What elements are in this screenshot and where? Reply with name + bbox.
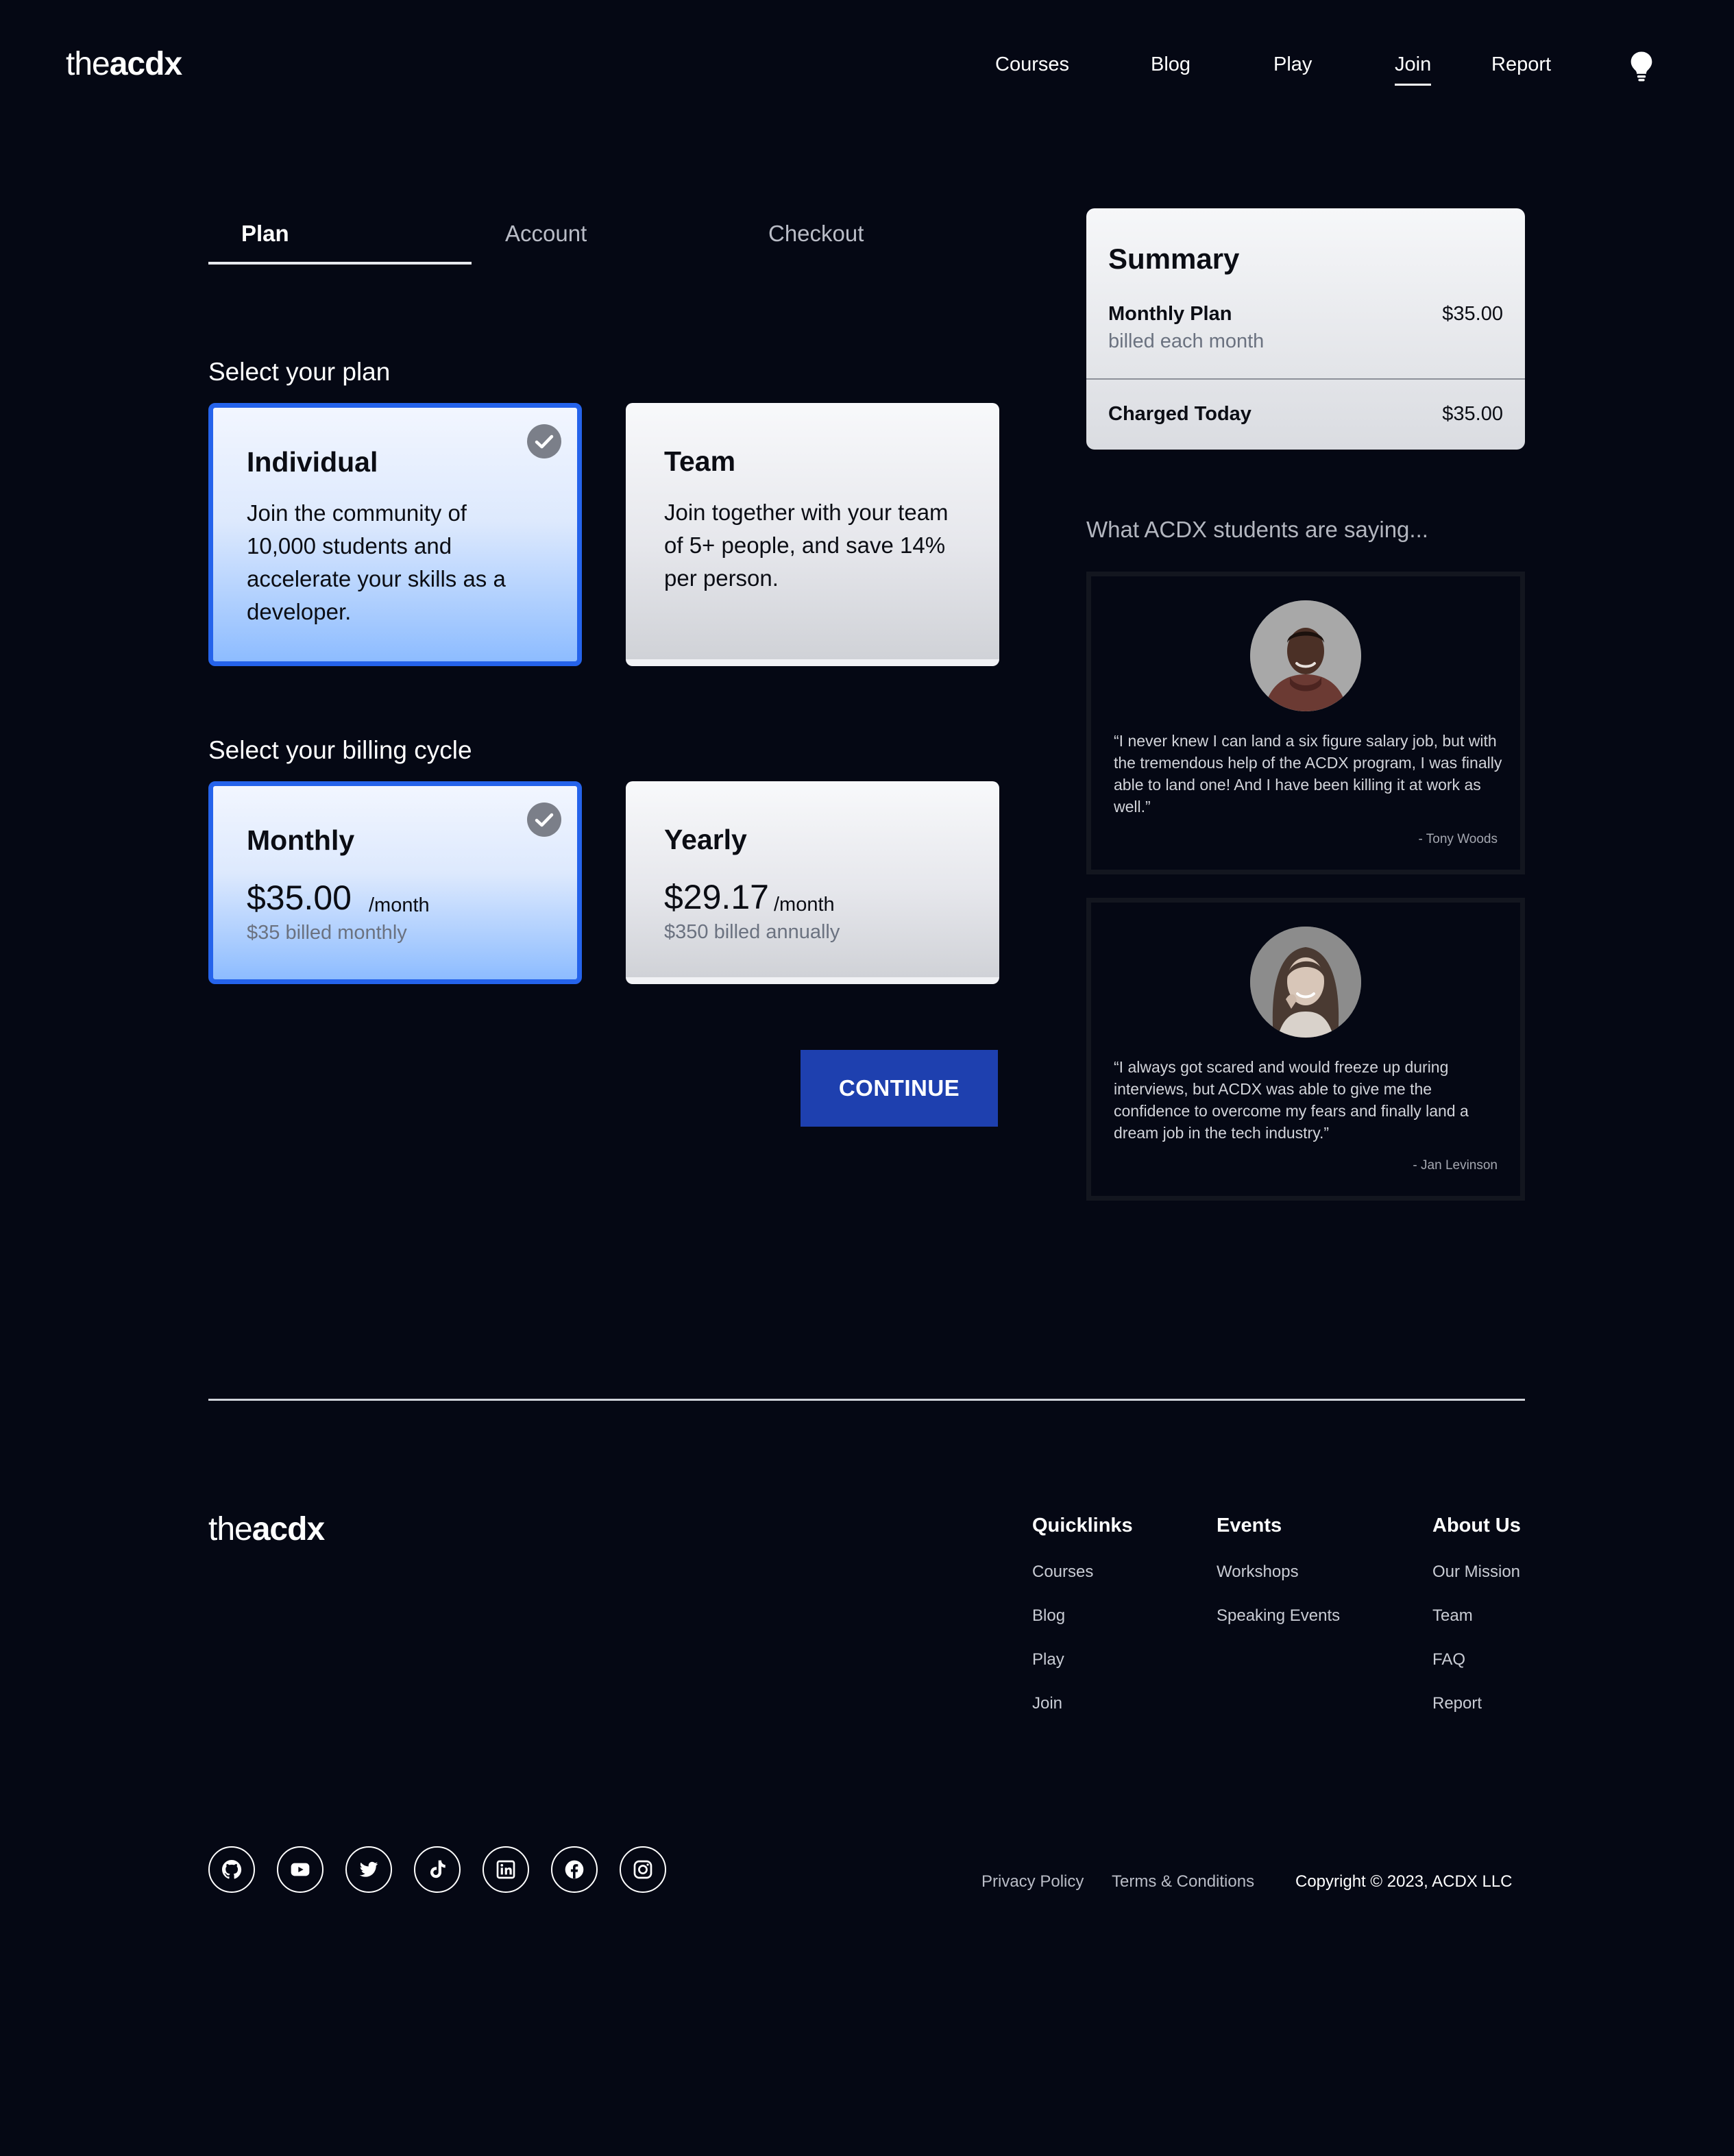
billing-title: Monthly [247, 824, 355, 856]
footer-logo[interactable]: theacdx [208, 1510, 325, 1548]
testimonial-card: “I always got scared and would freeze up… [1086, 898, 1525, 1201]
summary-total-label: Charged Today [1108, 403, 1251, 425]
avatar [1250, 927, 1361, 1038]
privacy-policy-link[interactable]: Privacy Policy [981, 1872, 1084, 1891]
testimonial-quote: “I never knew I can land a six figure sa… [1114, 732, 1502, 816]
footer-link-join[interactable]: Join [1032, 1694, 1062, 1713]
plan-title: Individual [247, 446, 378, 478]
testimonial-author: - Jan Levinson [1413, 1158, 1498, 1173]
nav-report[interactable]: Report [1491, 53, 1551, 76]
summary-divider [1086, 378, 1525, 380]
footer-link-blog[interactable]: Blog [1032, 1606, 1065, 1626]
footer-quicklinks-title: Quicklinks [1032, 1515, 1133, 1536]
step-account[interactable]: Account [505, 221, 587, 247]
billing-section-label: Select your billing cycle [208, 736, 472, 764]
summary-plan-value: $35.00 [1442, 303, 1503, 325]
footer-link-speaking-events[interactable]: Speaking Events [1217, 1606, 1340, 1626]
footer-link-report[interactable]: Report [1432, 1694, 1482, 1713]
step-plan[interactable]: Plan [241, 221, 289, 247]
avatar [1250, 600, 1361, 711]
testimonial-author: - Tony Woods [1418, 832, 1498, 846]
footer-events-title: Events [1217, 1515, 1282, 1536]
lightbulb-icon[interactable] [1628, 51, 1654, 82]
tiktok-icon[interactable] [414, 1846, 461, 1893]
nav-join[interactable]: Join [1395, 53, 1432, 86]
terms-link[interactable]: Terms & Conditions [1112, 1872, 1254, 1891]
instagram-icon[interactable] [620, 1846, 666, 1893]
site-logo[interactable]: theacdx [66, 45, 182, 83]
plan-team-card[interactable]: Team Join together with your team of 5+ … [626, 403, 999, 666]
continue-button[interactable]: CONTINUE [801, 1050, 998, 1127]
footer-link-workshops[interactable]: Workshops [1217, 1563, 1299, 1582]
youtube-icon[interactable] [277, 1846, 323, 1893]
footer-link-play[interactable]: Play [1032, 1650, 1064, 1669]
step-checkout[interactable]: Checkout [768, 221, 864, 247]
facebook-icon[interactable] [551, 1846, 598, 1893]
order-summary: Summary Monthly Plan billed each month $… [1086, 208, 1525, 450]
twitter-icon[interactable] [345, 1846, 392, 1893]
testimonials-heading: What ACDX students are saying... [1086, 517, 1428, 542]
nav-blog[interactable]: Blog [1151, 53, 1190, 76]
footer-link-our-mission[interactable]: Our Mission [1432, 1563, 1520, 1582]
billing-billed-note: $35 billed monthly [247, 922, 407, 944]
footer-link-team[interactable]: Team [1432, 1606, 1473, 1626]
plan-title: Team [664, 445, 736, 477]
plan-section-label: Select your plan [208, 358, 391, 386]
copyright-text: Copyright © 2023, ACDX LLC [1295, 1872, 1513, 1891]
billing-price: $29.17 [664, 878, 769, 916]
testimonial-quote: “I always got scared and would freeze up… [1114, 1058, 1469, 1142]
testimonial-card: “I never knew I can land a six figure sa… [1086, 572, 1525, 874]
summary-plan-sub: billed each month [1108, 330, 1265, 352]
nav-play[interactable]: Play [1273, 53, 1312, 76]
checkmark-icon [527, 424, 561, 458]
billing-title: Yearly [664, 824, 747, 855]
checkmark-icon [527, 803, 561, 837]
footer-link-courses[interactable]: Courses [1032, 1563, 1093, 1582]
linkedin-icon[interactable] [483, 1846, 529, 1893]
nav-courses[interactable]: Courses [995, 53, 1069, 76]
billing-monthly-card[interactable]: Monthly $35.00 /month $35 billed monthly [208, 781, 582, 984]
summary-plan-label: Monthly Plan [1108, 303, 1232, 325]
footer-about-title: About Us [1432, 1515, 1521, 1536]
billing-billed-note: $350 billed annually [664, 921, 840, 943]
plan-individual-card[interactable]: Individual Join the community of 10,000 … [208, 403, 582, 666]
footer-divider [208, 1399, 1525, 1401]
plan-description: Join the community of 10,000 students an… [247, 500, 506, 624]
billing-per: /month [369, 894, 430, 916]
summary-title: Summary [1108, 243, 1240, 275]
footer-link-faq[interactable]: FAQ [1432, 1650, 1465, 1669]
plan-description: Join together with your team of 5+ peopl… [664, 500, 949, 591]
github-icon[interactable] [208, 1846, 255, 1893]
billing-price: $35.00 [247, 879, 352, 917]
summary-total-value: $35.00 [1442, 403, 1503, 425]
billing-yearly-card[interactable]: Yearly $29.17 /month $350 billed annuall… [626, 781, 999, 984]
active-step-indicator [208, 262, 472, 265]
billing-per: /month [774, 894, 835, 916]
